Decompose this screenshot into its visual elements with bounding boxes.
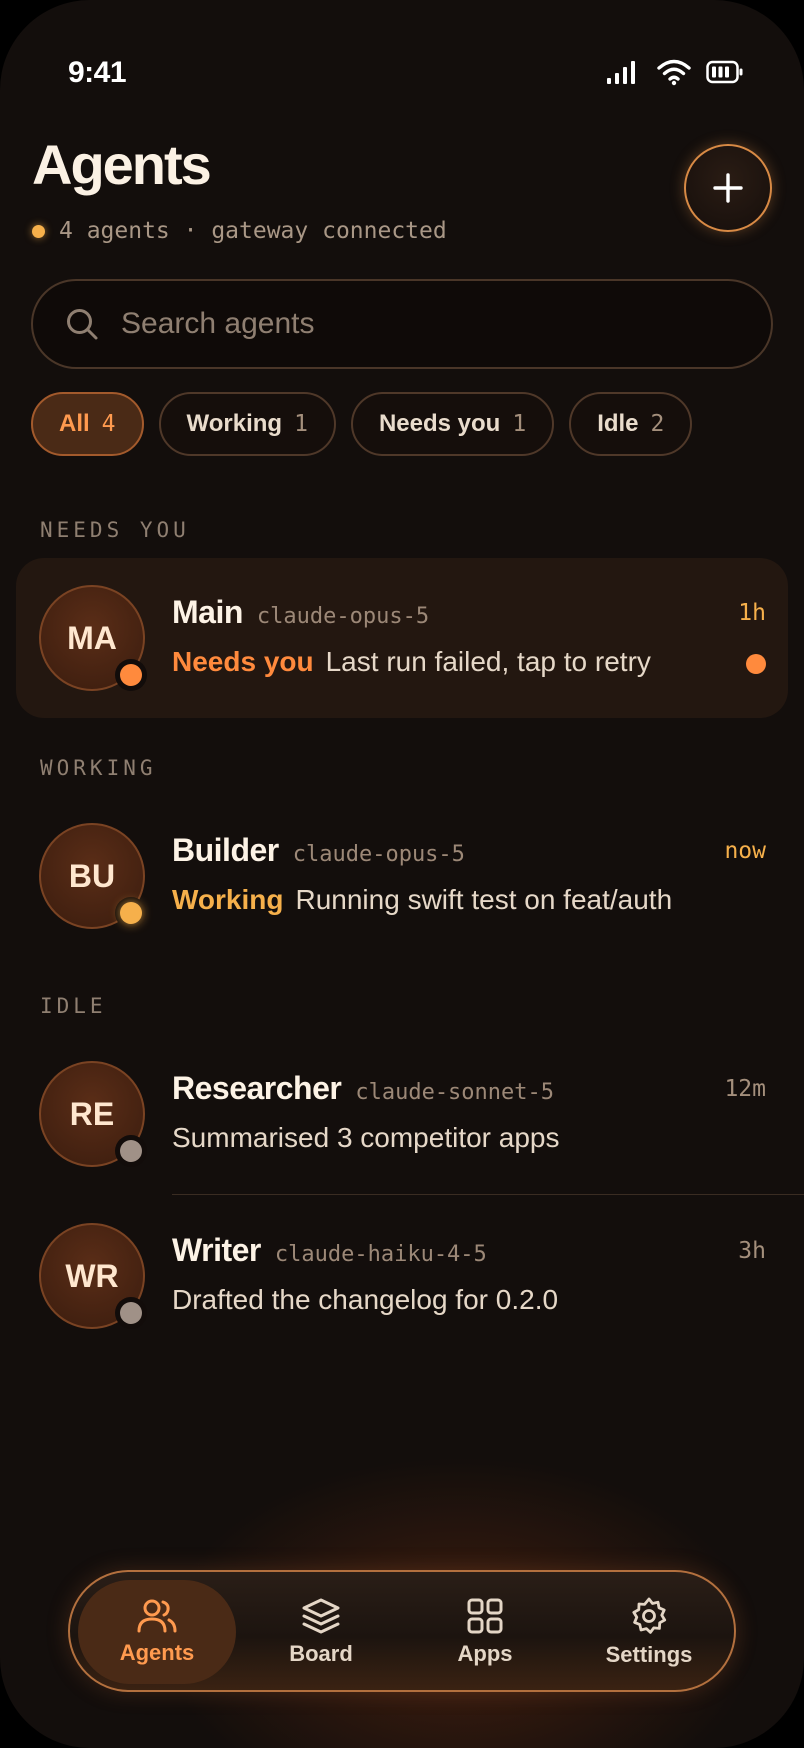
status-time: 9:41 [68, 56, 127, 89]
avatar: BU [39, 823, 147, 929]
battery-icon [706, 60, 743, 84]
tab-board[interactable]: Board [242, 1580, 400, 1684]
status-indicator [115, 1297, 147, 1329]
filter-chips: All 4 Working 1 Needs you 1 Idle 2 [31, 392, 693, 456]
agent-message-text: Running swift test on feat/auth [295, 884, 673, 915]
chip-label: Working [186, 410, 283, 437]
agent-message: Drafted the changelog for 0.2.0 [172, 1284, 558, 1316]
agent-model: claude-opus-5 [292, 842, 465, 867]
chip-count: 2 [650, 411, 665, 437]
agent-last-active: 3h [738, 1238, 766, 1264]
status-indicator [115, 659, 147, 691]
status-bar: 9:41 [0, 52, 804, 92]
avatar: WR [39, 1223, 147, 1329]
section-header-idle: IDLE [40, 994, 107, 1018]
agent-row-main[interactable]: MA Main claude-opus-5 1h Needs you Last ru… [16, 558, 788, 718]
agent-message: Summarised 3 competitor apps [172, 1122, 560, 1154]
status-indicator [115, 897, 147, 929]
avatar: MA [39, 585, 147, 691]
agent-message-text: Summarised 3 competitor apps [172, 1122, 560, 1153]
chip-label: All [59, 410, 90, 437]
avatar: RE [39, 1061, 147, 1167]
agent-message-text: Last run failed, tap to retry [325, 646, 651, 677]
row-divider [172, 1194, 804, 1195]
tab-apps[interactable]: Apps [406, 1580, 564, 1684]
layers-icon [302, 1598, 340, 1634]
filter-chip-idle[interactable]: Idle 2 [569, 392, 693, 456]
add-agent-button[interactable] [684, 144, 772, 232]
section-header-working: WORKING [40, 756, 157, 780]
tab-label: Board [289, 1641, 353, 1666]
users-icon [137, 1599, 177, 1633]
agent-name-line: Writer claude-haiku-4-5 [172, 1232, 487, 1269]
unread-dot [746, 654, 766, 674]
agent-state: Working [172, 884, 284, 915]
agent-name: Researcher [172, 1070, 342, 1106]
gear-icon [632, 1597, 667, 1634]
chip-count: 1 [512, 411, 527, 437]
status-dot [32, 224, 45, 238]
agent-name-line: Builder claude-opus-5 [172, 832, 465, 869]
agent-row-writer[interactable]: WR Writer claude-haiku-4-5 3h Drafted the… [16, 1196, 788, 1356]
avatar-initials: WR [65, 1257, 119, 1294]
tab-agents[interactable]: Agents [78, 1580, 236, 1684]
status-indicator [115, 1135, 147, 1167]
tab-label: Settings [605, 1642, 693, 1667]
plus-icon [713, 173, 743, 203]
gateway-status-text: 4 agents · gateway connected [59, 218, 447, 244]
filter-chip-needs-you[interactable]: Needs you 1 [350, 392, 555, 456]
page-title: Agents [32, 133, 212, 196]
tab-bar: Agents Board Apps Settings [68, 1570, 736, 1692]
chip-count: 4 [101, 411, 116, 437]
filter-chip-working[interactable]: Working 1 [158, 392, 336, 456]
agent-state: Needs you [172, 646, 314, 677]
section-header-needs-you: NEEDS YOU [40, 518, 190, 542]
avatar-initials: RE [69, 1095, 115, 1132]
agent-message-text: Drafted the changelog for 0.2.0 [172, 1284, 559, 1315]
avatar-initials: MA [67, 619, 117, 656]
gateway-status: 4 agents · gateway connected [32, 218, 447, 244]
agent-name: Builder [172, 832, 279, 868]
agent-model: claude-sonnet-5 [355, 1080, 555, 1105]
tab-settings[interactable]: Settings [570, 1580, 728, 1684]
agent-name-line: Main claude-opus-5 [172, 594, 429, 631]
cellular-signal-icon [607, 61, 635, 84]
filter-chip-all[interactable]: All 4 [31, 392, 144, 456]
agent-last-active: now [724, 838, 766, 864]
agent-message: Working Running swift test on feat/auth [172, 884, 672, 916]
agent-last-active: 1h [738, 600, 766, 626]
agent-message: Needs you Last run failed, tap to retry [172, 646, 651, 678]
tab-label: Apps [457, 1641, 513, 1666]
agent-model: claude-haiku-4-5 [274, 1242, 487, 1267]
agent-row-builder[interactable]: BU Builder claude-opus-5 now Working Runni… [16, 796, 788, 956]
phone-screen: 9:41 Agents 4 agents · gateway connected… [0, 0, 804, 1748]
agent-row-researcher[interactable]: RE Researcher claude-sonnet-5 12m Summari… [16, 1034, 788, 1194]
chip-label: Idle [597, 410, 639, 437]
agent-name: Writer [172, 1232, 261, 1268]
chip-count: 1 [294, 411, 308, 437]
chip-label: Needs you [378, 410, 501, 437]
wifi-icon [657, 59, 691, 86]
search-input[interactable]: Search agents [31, 279, 773, 369]
search-placeholder: Search agents [121, 307, 315, 340]
status-icons [606, 58, 744, 86]
tab-label: Agents [119, 1640, 195, 1665]
avatar-initials: BU [68, 857, 116, 894]
agent-model: claude-opus-5 [256, 604, 430, 629]
agent-last-active: 12m [724, 1076, 766, 1102]
agent-name: Main [172, 594, 243, 630]
agent-name-line: Researcher claude-sonnet-5 [172, 1070, 554, 1107]
search-icon [67, 309, 98, 340]
grid-icon [467, 1598, 503, 1634]
